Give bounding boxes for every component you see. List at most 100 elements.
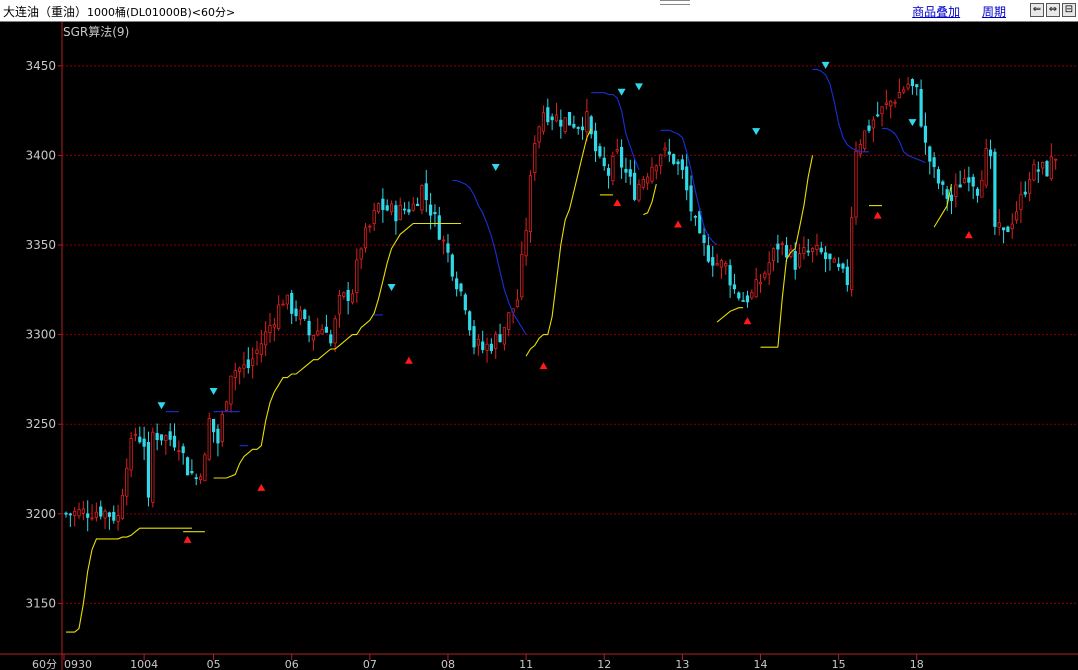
period-link[interactable]: 周期 bbox=[982, 5, 1006, 19]
candle-body bbox=[455, 278, 459, 290]
candle-body bbox=[77, 509, 81, 517]
candle-body bbox=[936, 169, 941, 184]
candle-body bbox=[294, 308, 298, 317]
y-tick-label: 3150 bbox=[25, 596, 56, 610]
candle-body bbox=[824, 252, 828, 260]
candle-body bbox=[767, 262, 771, 275]
candle-body bbox=[711, 257, 715, 266]
candle-body bbox=[784, 244, 789, 258]
chart-title: 大连油（重油）1000桶(DL01000B)<60分> bbox=[3, 3, 235, 20]
candle-body bbox=[68, 513, 72, 516]
candle-body bbox=[719, 260, 724, 268]
arrow-left-icon[interactable]: ⇐ bbox=[1030, 3, 1044, 17]
candle-body bbox=[528, 175, 533, 232]
candle-body bbox=[524, 230, 528, 257]
candle-body bbox=[576, 127, 580, 129]
overlay-commodity-link[interactable]: 商品叠加 bbox=[912, 5, 960, 19]
candle-body bbox=[281, 303, 285, 306]
candle-body bbox=[142, 438, 146, 447]
y-tick-label: 3450 bbox=[25, 59, 56, 73]
candle-body bbox=[958, 184, 962, 188]
candle-body bbox=[190, 470, 194, 474]
candle-body bbox=[485, 343, 489, 351]
resize-handle[interactable] bbox=[660, 0, 690, 5]
candle-body bbox=[554, 114, 559, 122]
candle-body bbox=[871, 119, 875, 129]
candle-body bbox=[606, 168, 611, 176]
candle-body bbox=[285, 294, 289, 305]
candle-body bbox=[745, 295, 750, 303]
candle-body bbox=[86, 513, 90, 518]
candle-body bbox=[415, 203, 420, 207]
candle-body bbox=[967, 177, 971, 183]
candle-body bbox=[402, 208, 407, 211]
candle-body bbox=[225, 401, 229, 411]
candle-body bbox=[1019, 194, 1023, 210]
candle-body bbox=[850, 217, 854, 290]
x-tick-label: 08 bbox=[441, 658, 455, 670]
candle-body bbox=[858, 144, 862, 155]
x-tick-label: 15 bbox=[832, 658, 846, 670]
candle-body bbox=[637, 184, 641, 201]
candle-body bbox=[598, 146, 602, 157]
candle-body bbox=[498, 334, 502, 343]
candle-body bbox=[476, 338, 480, 346]
x-tick-label: 13 bbox=[675, 658, 689, 670]
candle-body bbox=[537, 126, 541, 143]
candle-body bbox=[728, 265, 732, 286]
candle-body bbox=[910, 79, 915, 87]
candle-body bbox=[863, 130, 867, 149]
candle-body bbox=[437, 215, 441, 240]
candle-body bbox=[837, 263, 841, 268]
candle-body bbox=[307, 320, 311, 336]
candle-body bbox=[446, 243, 450, 253]
candle-body bbox=[1028, 179, 1032, 194]
candle-body bbox=[806, 250, 810, 253]
candle-body bbox=[1049, 156, 1053, 180]
arrow-both-icon[interactable]: ⇔ bbox=[1046, 3, 1060, 17]
candle-body bbox=[424, 183, 428, 201]
candle-body bbox=[259, 343, 263, 355]
candle-body bbox=[1006, 226, 1010, 233]
candle-body bbox=[381, 198, 385, 210]
title-bar: 大连油（重油）1000桶(DL01000B)<60分> 商品叠加 周期 ⇐ ⇔ … bbox=[0, 0, 1078, 22]
x-tick-label: 18 bbox=[910, 658, 924, 670]
candle-body bbox=[810, 248, 815, 252]
candle-body bbox=[646, 176, 650, 184]
candle-body bbox=[585, 111, 589, 133]
candle-body bbox=[242, 364, 246, 369]
candle-body bbox=[593, 130, 598, 152]
candle-body bbox=[932, 157, 936, 168]
candle-body bbox=[459, 283, 463, 292]
candle-body bbox=[472, 326, 476, 348]
candle-body bbox=[876, 114, 880, 117]
candle-body bbox=[442, 239, 446, 242]
candle-body bbox=[350, 293, 355, 303]
candle-body bbox=[1036, 169, 1040, 172]
candle-body bbox=[771, 248, 776, 262]
x-tick-label: 1004 bbox=[130, 658, 158, 670]
candle-body bbox=[385, 205, 389, 211]
candle-body bbox=[650, 166, 654, 182]
header-links: 商品叠加 周期 bbox=[894, 3, 1006, 20]
candle-body bbox=[906, 83, 910, 89]
candle-body bbox=[758, 281, 763, 285]
x-tick-label: 06 bbox=[285, 658, 299, 670]
candle-body bbox=[902, 89, 906, 93]
candle-body bbox=[407, 209, 411, 213]
candle-body bbox=[337, 295, 342, 315]
candle-body bbox=[363, 227, 368, 249]
candle-body bbox=[780, 243, 784, 246]
panel-icon[interactable]: ⊟ bbox=[1062, 3, 1076, 17]
y-tick-label: 3250 bbox=[25, 417, 56, 431]
candle-body bbox=[81, 508, 85, 514]
candle-body bbox=[641, 179, 645, 188]
candle-body bbox=[897, 92, 901, 99]
candle-body bbox=[1001, 227, 1006, 231]
candle-body bbox=[489, 343, 493, 352]
candle-body bbox=[355, 259, 359, 293]
period-label: 60分 bbox=[32, 658, 57, 670]
candle-body bbox=[277, 304, 281, 329]
candle-body bbox=[1041, 162, 1045, 169]
candle-body bbox=[120, 494, 125, 519]
